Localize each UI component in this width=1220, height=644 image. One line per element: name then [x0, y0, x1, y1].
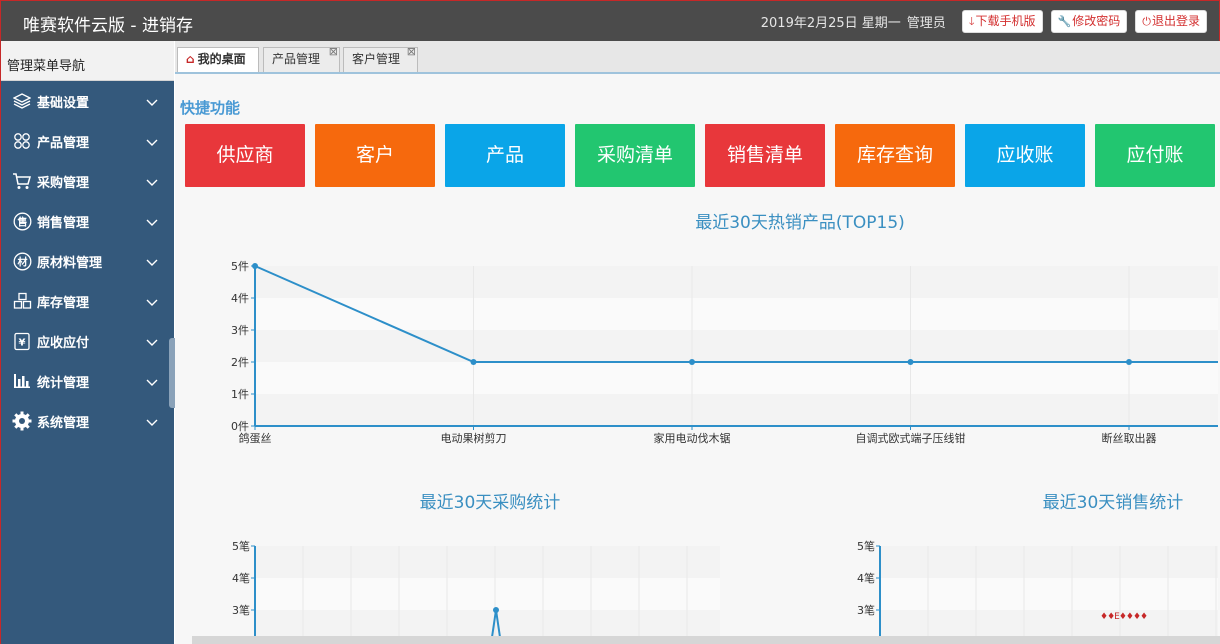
hot-products-chart-title: 最近30天热销产品(TOP15)	[695, 213, 905, 233]
sidebar-item-label: 销售管理	[37, 215, 90, 231]
purchase-chart-title: 最近30天采购统计	[419, 493, 561, 513]
chevron-down-icon	[146, 176, 158, 191]
sidebar-item-products[interactable]: 产品管理	[1, 121, 174, 161]
svg-text:售: 售	[17, 215, 27, 228]
tab-bar: ⌂ 我的桌面 产品管理 ⊠ 客户管理 ⊠	[175, 41, 1220, 74]
header-right: 2019年2月25日 星期一 管理员 🡓下载手机版 🔧修改密码 ⏻退出登录	[761, 10, 1207, 33]
tab-customer-management[interactable]: 客户管理 ⊠	[343, 45, 418, 72]
download-mobile-button[interactable]: 🡓下载手机版	[961, 10, 1043, 33]
sale-icon: 售	[12, 211, 32, 231]
grid-icon	[12, 131, 32, 151]
quick-button-payables[interactable]: 应付账	[1095, 124, 1215, 187]
chevron-down-icon	[146, 376, 158, 391]
app-title: 唯赛软件云版 - 进销存	[23, 16, 193, 36]
decorative-diamonds: ♦♦E♦♦♦♦	[1100, 612, 1148, 622]
top-bar: 唯赛软件云版 - 进销存 2019年2月25日 星期一 管理员 🡓下载手机版 🔧…	[0, 0, 1220, 41]
sidebar-item-sales[interactable]: 售 销售管理	[1, 201, 174, 241]
sidebar-item-label: 统计管理	[37, 375, 90, 391]
sidebar-item-receivables[interactable]: ¥ 应收应付	[1, 321, 174, 361]
quick-button-product[interactable]: 产品	[445, 124, 565, 187]
quick-button-inventory-query[interactable]: 库存查询	[835, 124, 955, 187]
sidebar-item-label: 基础设置	[37, 95, 90, 111]
wrench-icon: 🔧	[1057, 15, 1072, 28]
quick-button-customer[interactable]: 客户	[315, 124, 435, 187]
svg-text:材: 材	[17, 255, 27, 268]
tab-desktop[interactable]: ⌂ 我的桌面	[177, 47, 259, 72]
svg-text:¥: ¥	[19, 337, 26, 348]
quick-button-sales-list[interactable]: 销售清单	[705, 124, 825, 187]
sales-chart-title: 最近30天销售统计	[1042, 493, 1184, 513]
home-icon: ⌂	[186, 52, 195, 66]
chevron-down-icon	[146, 136, 158, 151]
sidebar: 管理菜单导航 基础设置 产品管理 采购管理 售 销售管理 材 原材料管理 库存管…	[0, 41, 176, 644]
sidebar-item-label: 原材料管理	[37, 255, 103, 271]
boxes-icon	[12, 291, 32, 311]
quick-functions-title: 快捷功能	[180, 99, 241, 117]
quick-button-supplier[interactable]: 供应商	[185, 124, 305, 187]
chevron-down-icon	[146, 256, 158, 271]
main-content: ⌂ 我的桌面 产品管理 ⊠ 客户管理 ⊠ 快捷功能 供应商 客户 产品 采购清单 销售…	[175, 41, 1220, 644]
sidebar-item-purchase[interactable]: 采购管理	[1, 161, 174, 201]
sidebar-item-statistics[interactable]: 统计管理	[1, 361, 174, 401]
change-password-button[interactable]: 🔧修改密码	[1050, 10, 1128, 33]
sidebar-item-label: 系统管理	[37, 415, 90, 431]
user-role: 管理员	[906, 16, 946, 31]
bar-chart-icon	[12, 371, 32, 391]
chevron-down-icon	[146, 96, 158, 111]
layers-icon	[12, 91, 32, 111]
sidebar-item-label: 应收应付	[37, 335, 90, 351]
sidebar-item-materials[interactable]: 材 原材料管理	[1, 241, 174, 281]
download-icon: 🡓	[968, 15, 975, 28]
tab-product-management[interactable]: 产品管理 ⊠	[263, 45, 340, 72]
chevron-down-icon	[146, 416, 158, 431]
close-icon[interactable]: ⊠	[407, 40, 416, 63]
horizontal-scrollbar[interactable]	[192, 636, 1220, 644]
sidebar-title: 管理菜单导航	[1, 41, 174, 81]
cart-icon	[12, 171, 32, 191]
current-date: 2019年2月25日 星期一	[760, 16, 901, 31]
close-icon[interactable]: ⊠	[329, 40, 338, 63]
sidebar-item-label: 产品管理	[37, 135, 90, 151]
sidebar-item-inventory[interactable]: 库存管理	[1, 281, 174, 321]
quick-button-purchase-list[interactable]: 采购清单	[575, 124, 695, 187]
sidebar-item-label: 库存管理	[37, 295, 90, 311]
finance-icon: ¥	[12, 331, 32, 351]
gear-icon	[12, 411, 32, 431]
chevron-down-icon	[146, 296, 158, 311]
sidebar-item-label: 采购管理	[37, 175, 90, 191]
chevron-down-icon	[146, 216, 158, 231]
quick-button-receivables[interactable]: 应收账	[965, 124, 1085, 187]
material-icon: 材	[12, 251, 32, 271]
power-icon: ⏻	[1142, 15, 1151, 28]
logout-button[interactable]: ⏻退出登录	[1135, 10, 1207, 33]
sidebar-item-basic-settings[interactable]: 基础设置	[1, 81, 174, 121]
chevron-down-icon	[146, 336, 158, 351]
sidebar-item-system[interactable]: 系统管理	[1, 401, 174, 441]
